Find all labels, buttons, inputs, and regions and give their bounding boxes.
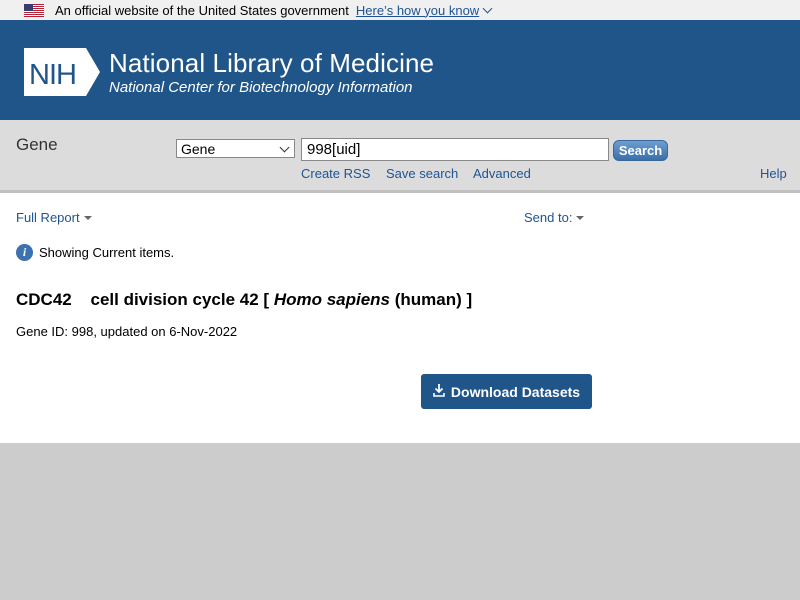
heres-how-you-know-link[interactable]: Here’s how you know [355, 2, 493, 18]
info-message: i Showing Current items. [16, 244, 174, 261]
gene-organism: Homo sapiens [273, 290, 391, 309]
main-content: Full Report Send to: i Showing Current i… [0, 193, 800, 443]
caret-down-icon [83, 216, 92, 220]
gov-banner-text: An official website of the United States… [55, 2, 349, 18]
database-select[interactable]: Gene [176, 139, 295, 158]
gene-name: cell division cycle 42 [ [90, 290, 270, 309]
heres-how-you-know-label: Here’s how you know [355, 2, 480, 18]
chevron-down-icon [482, 3, 493, 13]
info-icon: i [16, 244, 33, 261]
database-select-value: Gene [181, 141, 216, 157]
help-link[interactable]: Help [760, 166, 787, 181]
download-datasets-button[interactable]: Download Datasets [421, 374, 592, 409]
caret-down-icon [576, 216, 585, 220]
nlm-header: NIH National Library of Medicine Nationa… [0, 20, 800, 120]
nih-logo-text: NIH [29, 59, 76, 91]
create-rss-link[interactable]: Create RSS [301, 166, 370, 181]
gov-banner: An official website of the United States… [0, 0, 800, 20]
nih-logo[interactable]: NIH [24, 48, 100, 96]
chevron-down-icon [279, 142, 290, 153]
search-button[interactable]: Search [613, 140, 668, 161]
gene-title: CDC42 cell division cycle 42 [ Homo sapi… [16, 290, 472, 310]
info-message-text: Showing Current items. [39, 245, 175, 260]
us-flag-icon [24, 3, 44, 17]
save-search-link[interactable]: Save search [386, 166, 458, 181]
database-title: Gene [16, 135, 58, 154]
send-to-label: Send to: [524, 210, 573, 225]
advanced-link[interactable]: Advanced [473, 166, 531, 181]
nlm-title[interactable]: National Library of Medicine [109, 48, 434, 79]
ncbi-subtitle[interactable]: National Center for Biotechnology Inform… [109, 79, 413, 96]
gene-organism-common: (human) ] [394, 290, 473, 309]
download-datasets-label: Download Datasets [450, 383, 581, 400]
search-input[interactable] [301, 138, 609, 161]
download-icon [433, 383, 445, 397]
send-to-menu[interactable]: Send to: [524, 210, 585, 225]
full-report-label: Full Report [16, 210, 80, 225]
full-report-menu[interactable]: Full Report [16, 210, 92, 225]
gene-symbol: CDC42 [16, 290, 72, 309]
gene-id-line: Gene ID: 998, updated on 6-Nov-2022 [16, 324, 238, 339]
search-bar: Gene Gene Search Create RSS Save search … [0, 120, 800, 193]
